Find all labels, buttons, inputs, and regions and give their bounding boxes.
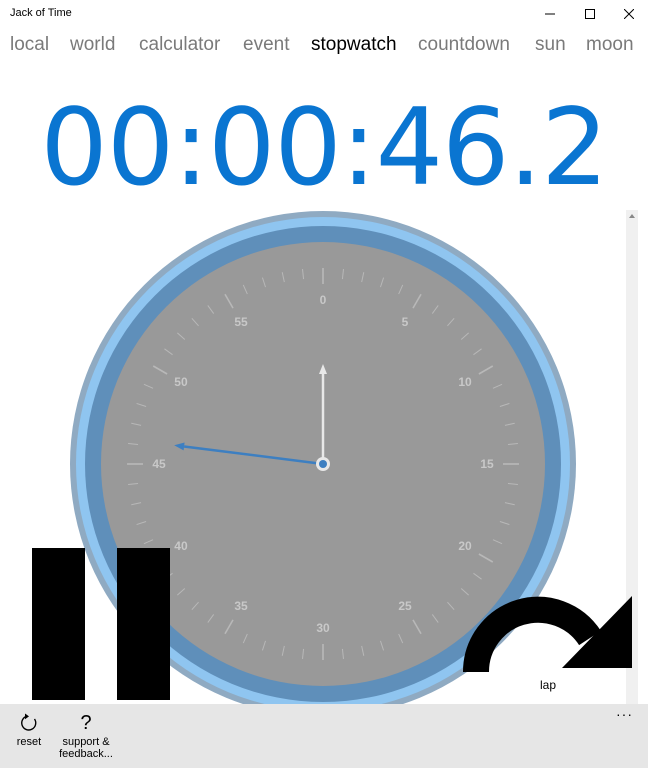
dial-number: 35 bbox=[234, 599, 248, 613]
tab-calculator[interactable]: calculator bbox=[139, 34, 220, 56]
dial-number: 20 bbox=[458, 539, 472, 553]
close-button[interactable] bbox=[606, 0, 648, 28]
refresh-icon bbox=[21, 713, 37, 731]
dial-center-inner bbox=[319, 460, 327, 468]
tab-stopwatch[interactable]: stopwatch bbox=[311, 34, 397, 56]
reset-button[interactable]: reset bbox=[8, 710, 50, 748]
title-bar: Jack of Time bbox=[0, 0, 648, 28]
pause-icon bbox=[32, 548, 85, 700]
reset-label: reset bbox=[16, 736, 42, 748]
app-title: Jack of Time bbox=[10, 7, 72, 19]
support-label-line2: feedback... bbox=[59, 748, 113, 760]
dial-number: 55 bbox=[234, 315, 248, 329]
tab-world[interactable]: world bbox=[70, 34, 115, 56]
lap-arrow-icon bbox=[462, 596, 632, 673]
stopwatch-time-display: 00:00:46.2 bbox=[40, 86, 608, 209]
chevron-up-icon bbox=[629, 214, 635, 218]
tab-sun[interactable]: sun bbox=[535, 34, 566, 56]
dial-number: 45 bbox=[152, 457, 166, 471]
tab-countdown[interactable]: countdown bbox=[418, 34, 510, 56]
tab-bar: local world calculator event stopwatch c… bbox=[0, 34, 648, 66]
pause-icon-bar bbox=[117, 548, 170, 700]
dial-number: 10 bbox=[458, 375, 472, 389]
more-options-button[interactable]: ··· bbox=[616, 706, 633, 722]
dial-number: 5 bbox=[402, 315, 409, 329]
tab-local[interactable]: local bbox=[10, 34, 49, 56]
bottom-app-bar: reset ? support & feedback... ··· bbox=[0, 704, 648, 768]
dial-number: 15 bbox=[480, 457, 494, 471]
scroll-up-arrow[interactable] bbox=[626, 210, 638, 222]
tab-event[interactable]: event bbox=[243, 34, 289, 56]
support-feedback-button[interactable]: ? support & feedback... bbox=[56, 710, 116, 761]
lap-label: lap bbox=[540, 678, 557, 692]
dial-number: 0 bbox=[320, 293, 327, 307]
support-label-line1: support & bbox=[62, 736, 110, 748]
pause-button[interactable] bbox=[32, 548, 172, 700]
dial-number: 25 bbox=[398, 599, 412, 613]
dial-number: 50 bbox=[174, 375, 188, 389]
question-icon: ? bbox=[80, 711, 92, 734]
dial-number: 30 bbox=[316, 621, 330, 635]
maximize-icon bbox=[585, 9, 595, 19]
minimize-icon bbox=[545, 13, 555, 15]
close-icon bbox=[624, 9, 634, 19]
dial-number: 40 bbox=[174, 539, 188, 553]
tab-moon[interactable]: moon bbox=[586, 34, 634, 56]
